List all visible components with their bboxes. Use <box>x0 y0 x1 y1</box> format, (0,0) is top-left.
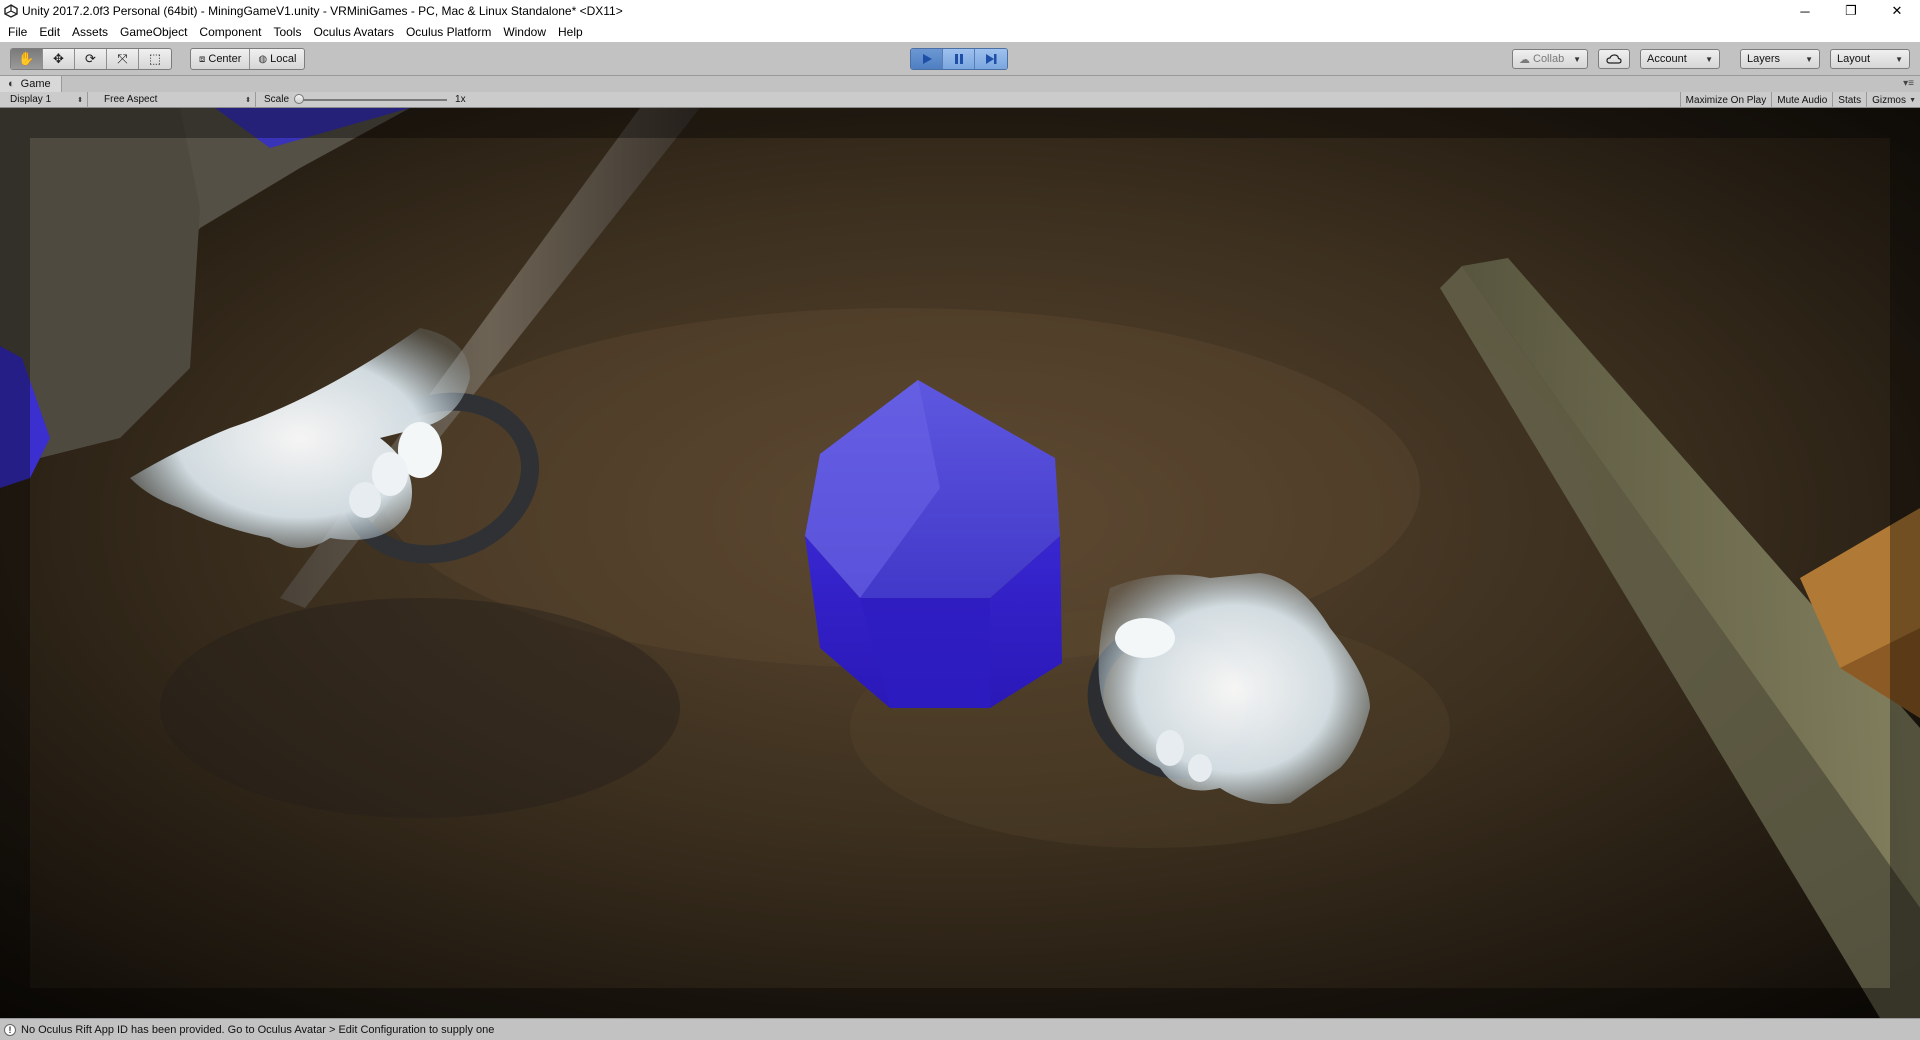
step-button[interactable] <box>975 49 1007 69</box>
menu-gameobject[interactable]: GameObject <box>114 22 193 42</box>
pause-button[interactable] <box>943 49 975 69</box>
collab-dropdown[interactable]: ☁ Collab ▼ <box>1512 49 1588 69</box>
tab-game[interactable]: ◐ Game <box>0 76 62 92</box>
pivot-local-icon: ◍ <box>258 53 268 65</box>
menu-tools[interactable]: Tools <box>267 22 307 42</box>
rotate-tool-button[interactable]: ⟳ <box>75 49 107 69</box>
collab-label: Collab <box>1533 53 1565 65</box>
move-tool-button[interactable]: ✥ <box>43 49 75 69</box>
scale-tool-button[interactable]: ⤧ <box>107 49 139 69</box>
panel-menu-icon[interactable]: ▾≡ <box>1903 78 1914 89</box>
info-icon: ! <box>4 1023 16 1036</box>
menu-help[interactable]: Help <box>552 22 589 42</box>
cloud-services-button[interactable] <box>1598 49 1630 69</box>
menu-bar: File Edit Assets GameObject Component To… <box>0 22 1920 42</box>
pivot-mode-toggle[interactable]: ⧈ Center <box>191 49 251 69</box>
title-bar: Unity 2017.2.0f3 Personal (64bit) - Mini… <box>0 0 1920 22</box>
pivot-rotation-label: Local <box>270 53 297 65</box>
account-label: Account <box>1647 53 1687 65</box>
layout-label: Layout <box>1837 53 1871 65</box>
tab-game-label: Game <box>20 78 51 90</box>
menu-file[interactable]: File <box>2 22 33 42</box>
game-scene-render <box>0 108 1920 1018</box>
hand-icon: ✋ <box>18 51 35 66</box>
move-icon: ✥ <box>53 51 64 66</box>
pivot-toggles: ⧈ Center ◍ Local <box>190 48 306 70</box>
layers-dropdown[interactable]: Layers ▼ <box>1740 49 1820 69</box>
scale-control: Scale 1x <box>256 92 466 108</box>
stats-toggle[interactable]: Stats <box>1832 92 1866 108</box>
unity-logo-icon <box>4 4 18 18</box>
collab-cloud-icon: ☁ <box>1519 53 1530 66</box>
menu-window[interactable]: Window <box>497 22 552 42</box>
scale-label: Scale <box>264 94 290 105</box>
menu-edit[interactable]: Edit <box>33 22 66 42</box>
chevron-updown-icon: ⬍ <box>77 96 83 104</box>
maximize-on-play-toggle[interactable]: Maximize On Play <box>1679 92 1772 108</box>
scale-value: 1x <box>455 94 466 105</box>
console-status-bar[interactable]: ! No Oculus Rift App ID has been provide… <box>0 1018 1920 1040</box>
rect-tool-button[interactable]: ⬚ <box>139 49 171 69</box>
step-icon <box>986 54 997 64</box>
scale-icon: ⤧ <box>117 51 128 66</box>
pivot-mode-label: Center <box>208 53 242 65</box>
chevron-down-icon: ▼ <box>1895 54 1903 64</box>
display-label: Display 1 <box>10 94 52 105</box>
play-icon <box>922 54 932 64</box>
game-view-controls: Display 1 ⬍ Free Aspect ⬍ Scale 1x Maxim… <box>0 91 1920 108</box>
rect-icon: ⬚ <box>148 51 162 66</box>
menu-oculus-avatars[interactable]: Oculus Avatars <box>307 22 399 42</box>
main-toolbar: ✋ ✥ ⟳ ⤧ ⬚ ⧈ Center ◍ Local ☁ Collab ▼ Ac… <box>0 42 1920 76</box>
status-message: No Oculus Rift App ID has been provided.… <box>21 1023 495 1036</box>
scale-slider-handle[interactable] <box>294 93 305 104</box>
minimize-button[interactable]: ─ <box>1782 0 1828 22</box>
chevron-updown-icon: ⬍ <box>245 96 251 104</box>
chevron-down-icon: ▼ <box>1573 54 1581 64</box>
pivot-rotation-toggle[interactable]: ◍ Local <box>250 49 304 69</box>
hand-tool-button[interactable]: ✋ <box>11 49 43 69</box>
play-button[interactable] <box>911 49 943 69</box>
window-title: Unity 2017.2.0f3 Personal (64bit) - Mini… <box>22 4 623 18</box>
account-dropdown[interactable]: Account ▼ <box>1640 49 1720 69</box>
game-view-viewport[interactable] <box>0 108 1920 1018</box>
chevron-down-icon: ▼ <box>1909 96 1916 104</box>
cloud-icon <box>1606 54 1622 64</box>
gizmos-dropdown[interactable]: Gizmos ▼ <box>1866 92 1920 108</box>
layout-dropdown[interactable]: Layout ▼ <box>1830 49 1910 69</box>
layers-label: Layers <box>1747 53 1781 65</box>
gizmos-label: Gizmos <box>1872 94 1906 106</box>
aspect-dropdown[interactable]: Free Aspect ⬍ <box>94 91 256 108</box>
display-dropdown[interactable]: Display 1 ⬍ <box>0 91 88 108</box>
scale-slider[interactable] <box>294 93 448 104</box>
menu-oculus-platform[interactable]: Oculus Platform <box>400 22 497 42</box>
transform-tools: ✋ ✥ ⟳ ⤧ ⬚ <box>10 48 172 70</box>
close-button[interactable]: ✕ <box>1874 0 1920 22</box>
pause-icon <box>954 54 963 64</box>
mute-audio-toggle[interactable]: Mute Audio <box>1771 92 1832 108</box>
chevron-down-icon: ▼ <box>1705 54 1713 64</box>
aspect-label: Free Aspect <box>104 94 158 105</box>
game-tab-bar: ◐ Game ▾≡ <box>0 76 1920 92</box>
playback-controls <box>910 48 1008 70</box>
pivot-center-icon: ⧈ <box>199 53 206 65</box>
chevron-down-icon: ▼ <box>1805 54 1813 64</box>
menu-assets[interactable]: Assets <box>66 22 114 42</box>
game-controller-icon: ◐ <box>8 78 15 90</box>
restore-button[interactable]: ❐ <box>1828 0 1874 22</box>
menu-component[interactable]: Component <box>193 22 267 42</box>
rotate-icon: ⟳ <box>85 51 96 66</box>
